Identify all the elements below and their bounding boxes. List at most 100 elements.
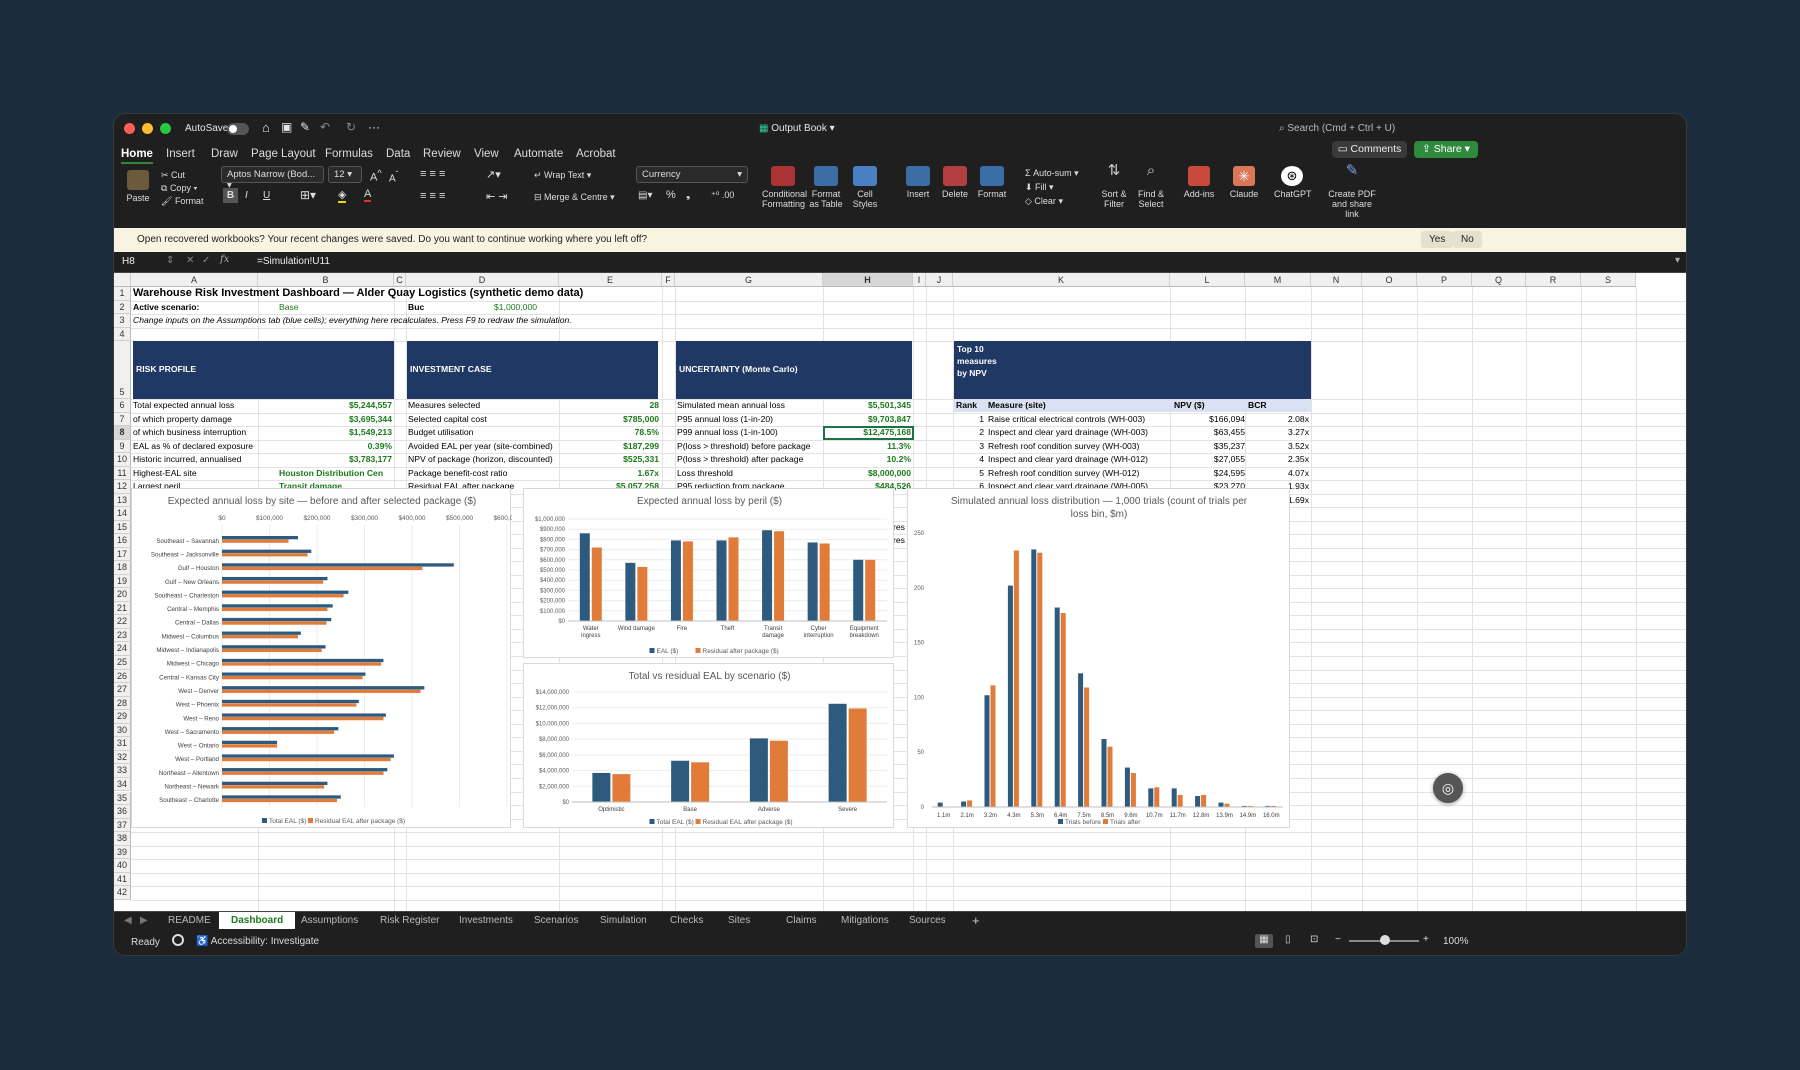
row-header-40[interactable]: 40: [114, 859, 131, 873]
sheet-tab-investments[interactable]: Investments: [459, 915, 513, 926]
orientation-icon[interactable]: ↗▾: [486, 168, 501, 181]
sheet-tab-sites[interactable]: Sites: [728, 915, 750, 926]
column-header-J[interactable]: J: [926, 273, 953, 287]
column-header-B[interactable]: B: [258, 273, 394, 287]
indent-icon[interactable]: ⇤ ⇥: [486, 190, 508, 203]
site-eal-chart[interactable]: Expected annual loss by site — before an…: [131, 488, 521, 828]
active-cell-H8[interactable]: [823, 426, 914, 440]
row-header-33[interactable]: 33: [114, 764, 131, 778]
percent-button[interactable]: %: [666, 189, 676, 201]
confirm-formula-icon[interactable]: ✓: [202, 255, 210, 266]
decimal-icon[interactable]: ⁺⁰ .00: [711, 190, 734, 201]
insert-cells-button[interactable]: Insert: [901, 166, 935, 199]
column-header-O[interactable]: O: [1362, 273, 1417, 287]
column-header-F[interactable]: F: [662, 273, 675, 287]
name-box-stepper[interactable]: ⇕: [166, 255, 174, 266]
wrap-text-button[interactable]: ↵ Wrap Text ▾: [534, 170, 591, 181]
row-header-9[interactable]: 9: [114, 439, 131, 453]
row-header-25[interactable]: 25: [114, 656, 131, 670]
sheet-tab-simulation[interactable]: Simulation: [600, 915, 647, 926]
row-header-20[interactable]: 20: [114, 588, 131, 602]
row-header-35[interactable]: 35: [114, 791, 131, 806]
tab-automate[interactable]: Automate: [514, 148, 563, 160]
font-family-select[interactable]: Aptos Narrow (Bod... ▾: [221, 166, 324, 191]
number-format-select[interactable]: Currency ▾: [636, 166, 748, 183]
row-header-3[interactable]: 3: [114, 314, 131, 328]
chatgpt-button[interactable]: ⊛ ChatGPT: [1274, 166, 1312, 199]
format-as-table-button[interactable]: Format as Table: [808, 166, 844, 209]
row-header-38[interactable]: 38: [114, 832, 131, 846]
row-header-26[interactable]: 26: [114, 669, 131, 684]
align-left-icon[interactable]: ≡ ≡ ≡: [420, 190, 445, 202]
macro-record-icon[interactable]: [172, 934, 184, 946]
sheet-tab-readme[interactable]: README: [168, 915, 211, 926]
close-window-button[interactable]: [124, 123, 135, 134]
decrease-font-icon[interactable]: Aˇ: [389, 169, 398, 184]
home-icon[interactable]: ⌂: [262, 120, 270, 135]
page-layout-icon[interactable]: ▯: [1285, 934, 1291, 945]
name-box[interactable]: H8: [122, 256, 135, 267]
loss-distribution-chart[interactable]: Simulated annual loss distribution — 1,0…: [907, 488, 1290, 828]
align-top-icon[interactable]: ≡ ≡ ≡: [420, 168, 445, 180]
column-header-C[interactable]: C: [394, 273, 406, 287]
tab-draw[interactable]: Draw: [211, 148, 238, 160]
tab-formulas[interactable]: Formulas: [325, 148, 373, 160]
borders-icon[interactable]: ⊞▾: [300, 188, 316, 202]
format-cells-button[interactable]: Format: [975, 166, 1009, 199]
row-header-19[interactable]: 19: [114, 574, 131, 589]
cut-button[interactable]: ✂ Cut: [161, 170, 185, 181]
clear-button[interactable]: ◇ Clear ▾: [1025, 196, 1063, 207]
row-header-6[interactable]: 6: [114, 399, 131, 413]
share-button[interactable]: ⇪ Share ▾: [1414, 141, 1478, 158]
sheet-tab-claims[interactable]: Claims: [786, 915, 817, 926]
row-header-1[interactable]: 1: [114, 287, 131, 301]
scenario-eal-chart[interactable]: Total vs residual EAL by scenario ($) $0 $…: [523, 663, 894, 828]
bold-button[interactable]: B: [223, 188, 238, 203]
row-header-15[interactable]: 15: [114, 520, 131, 535]
sheet-tab-risk-register[interactable]: Risk Register: [380, 915, 439, 926]
row-header-11[interactable]: 11: [114, 466, 131, 480]
search-box[interactable]: ⌕ Search (Cmd + Ctrl + U): [1279, 123, 1395, 134]
prev-sheet-icon[interactable]: ◀: [124, 915, 132, 926]
row-header-22[interactable]: 22: [114, 615, 131, 629]
minimize-window-button[interactable]: [142, 123, 153, 134]
column-header-D[interactable]: D: [406, 273, 559, 287]
row-header-7[interactable]: 7: [114, 412, 131, 426]
italic-button[interactable]: I: [245, 190, 248, 201]
sheet-tab-checks[interactable]: Checks: [670, 915, 703, 926]
column-header-P[interactable]: P: [1417, 273, 1472, 287]
worksheet-grid[interactable]: ABCDEFGHIJKLMNOPQRS 1 2 3 4 5 6 7 8 9 10 11 12 13 14 1…: [114, 273, 1686, 911]
delete-cells-button[interactable]: Delete: [938, 166, 972, 199]
comma-style-icon[interactable]: ❟: [686, 189, 690, 202]
next-sheet-icon[interactable]: ▶: [140, 915, 148, 926]
row-header-42[interactable]: 42: [114, 886, 131, 900]
row-header-34[interactable]: 34: [114, 777, 131, 792]
row-header-32[interactable]: 32: [114, 750, 131, 765]
row-header-14[interactable]: 14: [114, 507, 131, 521]
column-header-R[interactable]: R: [1526, 273, 1581, 287]
column-header-I[interactable]: I: [913, 273, 926, 287]
tab-page-layout[interactable]: Page Layout: [251, 148, 316, 160]
column-header-N[interactable]: N: [1311, 273, 1362, 287]
merge-centre-button[interactable]: ⊟ Merge & Centre ▾: [534, 192, 615, 203]
expand-formula-icon[interactable]: ▾: [1675, 255, 1680, 266]
row-header-27[interactable]: 27: [114, 683, 131, 697]
font-size-select[interactable]: 12 ▾: [328, 166, 362, 183]
row-header-12[interactable]: 12: [114, 480, 131, 494]
row-header-31[interactable]: 31: [114, 737, 131, 751]
sort-filter-button[interactable]: ⇅ Sort & Filter: [1098, 163, 1130, 209]
row-header-17[interactable]: 17: [114, 547, 131, 562]
copy-button[interactable]: ⧉ Copy ▾: [161, 183, 197, 194]
tab-home[interactable]: Home: [121, 148, 153, 164]
document-title[interactable]: ▦ Output Book ▾: [759, 123, 835, 134]
column-header-E[interactable]: E: [559, 273, 662, 287]
accounting-format-icon[interactable]: ▤▾: [638, 190, 652, 201]
row-header-21[interactable]: 21: [114, 601, 131, 616]
cell-styles-button[interactable]: Cell Styles: [848, 166, 882, 209]
comments-button[interactable]: ▭ Comments: [1332, 141, 1407, 158]
font-color-icon[interactable]: A: [364, 188, 372, 202]
sheet-tab-assumptions[interactable]: Assumptions: [301, 915, 358, 926]
row-header-30[interactable]: 30: [114, 723, 131, 738]
zoom-window-button[interactable]: [160, 123, 171, 134]
row-header-16[interactable]: 16: [114, 534, 131, 548]
